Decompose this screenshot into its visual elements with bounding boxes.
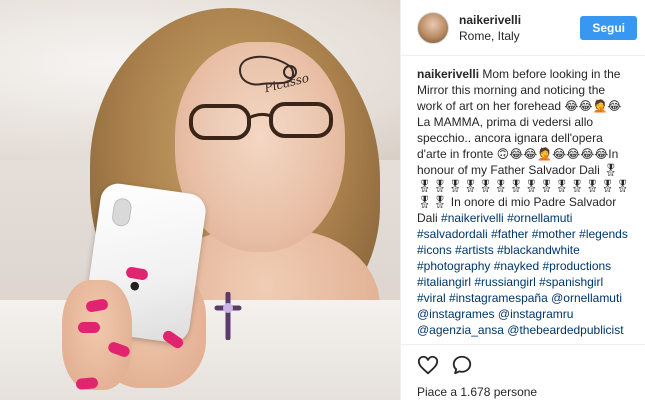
caption-tag[interactable]: #mother [532,227,576,241]
nail [78,322,100,333]
caption-tag[interactable]: #russiangirl [474,275,535,289]
avatar[interactable] [417,11,449,44]
heart-icon[interactable] [417,354,439,376]
post-sidebar: naikerivelli Rome, Italy Segui naikerive… [400,0,645,400]
fingers [62,280,132,390]
follow-button[interactable]: Segui [580,15,637,40]
caption-tag[interactable]: #productions [542,259,611,273]
caption-tag[interactable]: #photography [417,259,490,273]
caption-tag[interactable]: #instagramespaña [449,291,548,305]
caption-tag[interactable]: #artists [455,243,494,257]
caption-tag[interactable]: #salvadordali [417,227,488,241]
caption-text: Mom before looking in the Mirror this mo… [417,67,631,225]
caption-tag[interactable]: #nayked [494,259,539,273]
caption-tag[interactable]: #italiangirl [417,275,471,289]
phone-camera [110,197,133,228]
glasses [189,102,333,140]
caption-tag[interactable]: @ornellamuti [551,291,622,305]
caption-tag[interactable]: #spanishgirl [539,275,603,289]
caption-tag[interactable]: @instagramru [498,307,574,321]
post-header: naikerivelli Rome, Italy Segui [401,0,645,56]
instagram-post: Picasso ● naikerivelli Rome, Italy Segui… [0,0,645,400]
action-icons [417,353,630,377]
caption-tag[interactable]: #blackandwhite [497,243,580,257]
author-username[interactable]: naikerivelli [459,12,580,28]
caption-tag[interactable]: #father [491,227,528,241]
caption-tag[interactable]: #ornellamuti [507,211,572,225]
caption-tag[interactable]: @thebeardedpublicist [507,323,623,337]
caption-tag[interactable]: #naikerivelli [441,211,504,225]
caption-tag[interactable]: @agenzia_ansa [417,323,504,337]
caption-tag[interactable]: @instagrames [417,307,495,321]
author-info: naikerivelli Rome, Italy [459,12,580,44]
likes-count[interactable]: Piace a 1.678 persone [417,385,630,399]
cross-pendant-icon [214,292,242,340]
caption-tags: #naikerivelli #ornellamuti #salvadordali… [417,211,628,338]
post-actions: Piace a 1.678 persone [401,344,645,399]
post-caption: naikerivelli Mom before looking in the M… [401,56,645,338]
comment-icon[interactable] [451,354,473,376]
caption-tag[interactable]: #viral [417,291,446,305]
caption-username[interactable]: naikerivelli [417,67,479,81]
post-location[interactable]: Rome, Italy [459,28,580,44]
caption-tag[interactable]: #legends [579,227,628,241]
caption-tag[interactable]: #icons [417,243,452,257]
post-photo[interactable]: Picasso ● [0,0,400,400]
